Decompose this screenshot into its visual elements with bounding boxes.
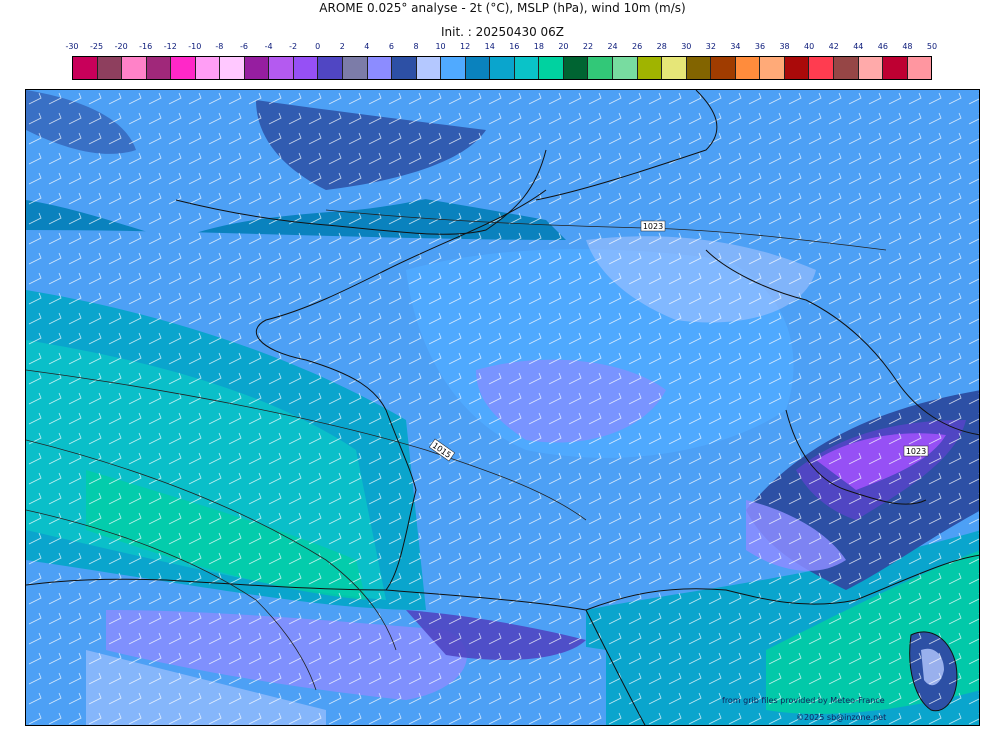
- colorbar-swatch: [73, 57, 98, 79]
- colorbar-swatch: [269, 57, 294, 79]
- copyright-credit: ©2025 sb@inzone.net: [796, 713, 887, 722]
- colorbar-swatch: [907, 57, 932, 79]
- colorbar-swatch: [588, 57, 614, 79]
- colorbar-swatch: [146, 57, 172, 79]
- data-source-credit: from grib files provided by Meteo-France: [722, 696, 885, 705]
- colorbar-swatch: [367, 57, 393, 79]
- colorbar-swatch: [662, 57, 687, 79]
- temperature-colorbar: [72, 56, 932, 80]
- colorbar-swatch: [465, 57, 491, 79]
- colorbar-swatch: [883, 57, 908, 79]
- isobar-label-east: 1023: [903, 445, 929, 457]
- map-canvas: 1023 1015 1023: [26, 90, 979, 725]
- colorbar-swatch: [392, 57, 417, 79]
- isobar-label-north: 1023: [640, 220, 666, 232]
- colorbar-swatch: [686, 57, 712, 79]
- colorbar-swatch: [563, 57, 589, 79]
- colorbar-swatch: [97, 57, 123, 79]
- colorbar-swatch: [293, 57, 319, 79]
- init-time: Init. : 20250430 06Z: [440, 25, 565, 39]
- colorbar-swatch: [514, 57, 540, 79]
- colorbar-swatch: [735, 57, 761, 79]
- map-title: AROME 0.025° analyse - 2t (°C), MSLP (hP…: [319, 1, 686, 15]
- colorbar-swatch: [711, 57, 736, 79]
- isobar-label-north-text: 1023: [643, 222, 663, 231]
- colorbar-swatch: [171, 57, 196, 79]
- legend-tick-labels: -30 -25 -20 -16 -12 -10 -8 -6 -4 -2 0 2 4 6 8 10 12 14 16 1…: [60, 42, 945, 54]
- colorbar-swatch: [195, 57, 221, 79]
- colorbar-swatch: [416, 57, 442, 79]
- colorbar-swatch: [784, 57, 810, 79]
- colorbar-swatch: [809, 57, 834, 79]
- colorbar-swatch: [637, 57, 663, 79]
- colorbar-swatch: [244, 57, 270, 79]
- colorbar-swatch: [122, 57, 147, 79]
- colorbar-swatch: [613, 57, 638, 79]
- isobar-label-east-text: 1023: [906, 447, 926, 456]
- colorbar-tick-label: 50: [926, 42, 938, 51]
- weather-map[interactable]: 1023 1015 1023: [25, 89, 980, 726]
- colorbar-swatch: [318, 57, 344, 79]
- colorbar-swatch: [858, 57, 884, 79]
- colorbar-swatch: [220, 57, 245, 79]
- colorbar-swatch: [539, 57, 564, 79]
- wind-barbs-overlay: [26, 90, 979, 725]
- colorbar-swatch: [760, 57, 785, 79]
- colorbar-swatch: [343, 57, 368, 79]
- colorbar-swatch: [833, 57, 859, 79]
- colorbar-swatch: [490, 57, 515, 79]
- colorbar-swatch: [441, 57, 466, 79]
